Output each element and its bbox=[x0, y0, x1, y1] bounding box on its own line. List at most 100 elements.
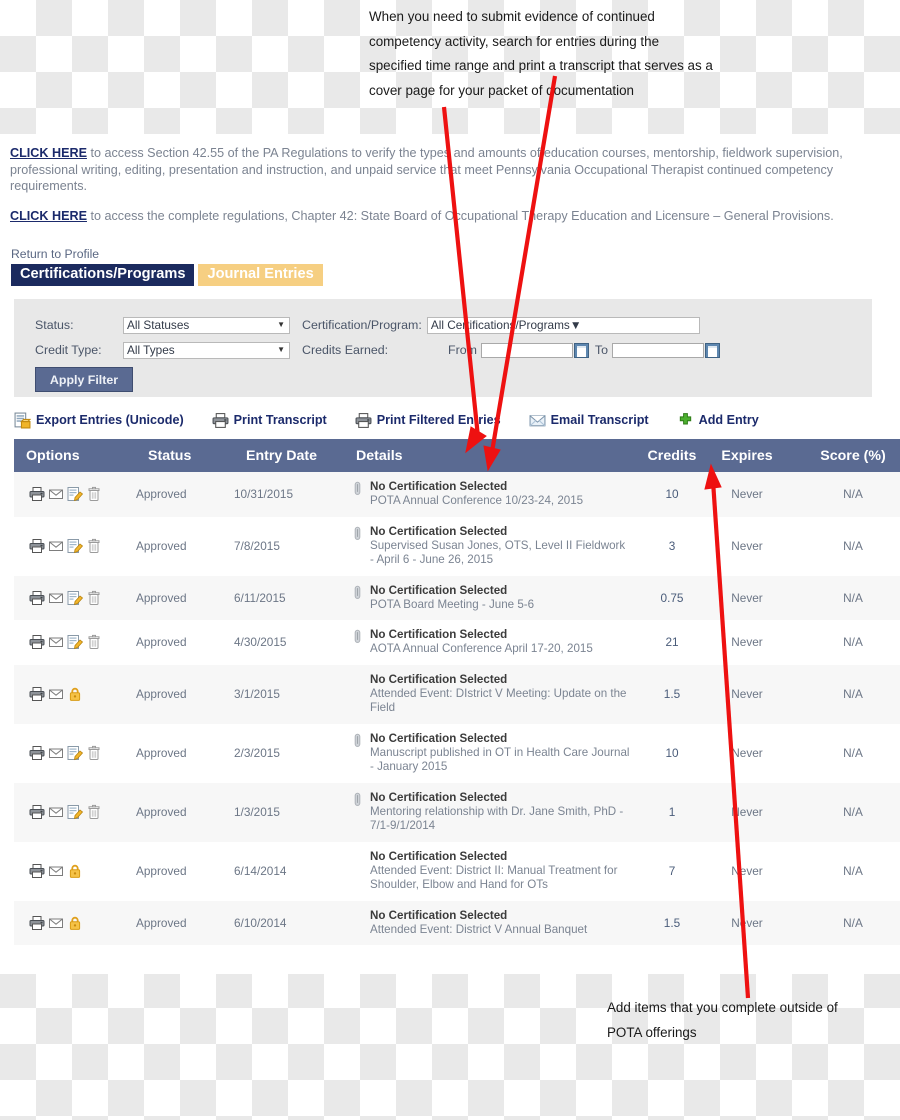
paperclip-icon[interactable] bbox=[353, 792, 362, 807]
column-header-credits[interactable]: Credits bbox=[636, 439, 708, 472]
to-label: To bbox=[594, 343, 609, 357]
paperclip-icon[interactable] bbox=[353, 629, 362, 644]
row-details: No Certification Selected Manuscript publ… bbox=[344, 723, 636, 783]
filter-row-status: Status: All Statuses ▼ Certification/Pro… bbox=[35, 313, 872, 337]
export-entries-link[interactable]: Export Entries (Unicode) bbox=[14, 412, 184, 429]
email-icon[interactable] bbox=[48, 804, 64, 820]
edit-icon[interactable] bbox=[67, 634, 83, 650]
column-header-options[interactable]: Options bbox=[14, 439, 136, 472]
paperclip-icon[interactable] bbox=[353, 526, 362, 541]
email-icon[interactable] bbox=[48, 863, 64, 879]
row-detail-title: No Certification Selected bbox=[370, 524, 508, 538]
print-transcript-link[interactable]: Print Transcript bbox=[212, 412, 327, 429]
table-row[interactable]: Approved 1/3/2015 No Certification Selecte… bbox=[14, 782, 900, 842]
edit-icon[interactable] bbox=[67, 590, 83, 606]
table-row[interactable]: Approved 3/1/2015 No Certification Selecte… bbox=[14, 664, 900, 724]
column-header-expires[interactable]: Expires bbox=[708, 439, 786, 472]
credits-to-input[interactable] bbox=[612, 342, 705, 358]
row-detail-description: AOTA Annual Conference April 17-20, 2015 bbox=[370, 642, 593, 655]
email-icon[interactable] bbox=[48, 590, 64, 606]
row-details: No Certification Selected Attended Event:… bbox=[344, 841, 636, 901]
table-row[interactable]: Approved 4/30/2015 No Certification Select… bbox=[14, 620, 900, 665]
column-header-entry-date[interactable]: Entry Date bbox=[234, 439, 344, 472]
row-detail-description: Supervised Susan Jones, OTS, Level II Fi… bbox=[370, 538, 626, 567]
tab-certifications-programs[interactable]: Certifications/Programs bbox=[11, 264, 195, 286]
calendar-icon-from[interactable] bbox=[573, 342, 589, 358]
print-icon[interactable] bbox=[29, 686, 45, 702]
add-entry-link[interactable]: Add Entry bbox=[677, 412, 759, 429]
email-icon[interactable] bbox=[48, 486, 64, 502]
email-icon[interactable] bbox=[48, 915, 64, 931]
print-icon[interactable] bbox=[29, 634, 45, 650]
column-header-score[interactable]: Score (%) bbox=[786, 439, 900, 472]
lock-icon[interactable] bbox=[67, 686, 83, 702]
row-detail-title: No Certification Selected bbox=[370, 583, 508, 597]
table-row[interactable]: Approved 6/14/2014 No Certification Select… bbox=[14, 841, 900, 901]
export-icon bbox=[14, 412, 31, 428]
email-icon[interactable] bbox=[48, 745, 64, 761]
delete-icon[interactable] bbox=[86, 745, 102, 761]
edit-icon[interactable] bbox=[67, 538, 83, 554]
paperclip-icon[interactable] bbox=[353, 733, 362, 748]
row-details: No Certification Selected Attended Event:… bbox=[344, 900, 636, 945]
email-transcript-link[interactable]: Email Transcript bbox=[529, 412, 649, 429]
paperclip-icon[interactable] bbox=[353, 481, 362, 496]
email-icon[interactable] bbox=[48, 634, 64, 650]
table-row[interactable]: Approved 10/31/2015 No Certification Selec… bbox=[14, 472, 900, 517]
credits-from-input[interactable] bbox=[480, 342, 573, 358]
table-row[interactable]: Approved 2/3/2015 No Certification Selecte… bbox=[14, 723, 900, 783]
attachment-slot bbox=[344, 673, 370, 674]
apply-filter-button[interactable]: Apply Filter bbox=[35, 367, 133, 392]
column-header-status[interactable]: Status bbox=[136, 439, 234, 472]
click-here-link-regulations-4255[interactable]: CLICK HERE bbox=[10, 146, 87, 160]
page-content: CLICK HERE to access Section 42.55 of th… bbox=[0, 134, 900, 974]
print-icon[interactable] bbox=[29, 745, 45, 761]
table-row[interactable]: Approved 6/11/2015 No Certification Select… bbox=[14, 575, 900, 620]
print-icon[interactable] bbox=[29, 863, 45, 879]
paperclip-icon[interactable] bbox=[353, 585, 362, 600]
edit-icon[interactable] bbox=[67, 486, 83, 502]
delete-icon[interactable] bbox=[86, 486, 102, 502]
attachment-slot bbox=[344, 525, 370, 541]
edit-icon[interactable] bbox=[67, 804, 83, 820]
table-row[interactable]: Approved 7/8/2015 No Certification Selecte… bbox=[14, 516, 900, 576]
print-filtered-entries-link[interactable]: Print Filtered Entries bbox=[355, 412, 501, 429]
print-icon[interactable] bbox=[29, 915, 45, 931]
tab-journal-entries[interactable]: Journal Entries bbox=[198, 264, 323, 286]
table-row[interactable]: Approved 6/10/2014 No Certification Select… bbox=[14, 900, 900, 945]
row-credits: 3 bbox=[636, 516, 708, 576]
delete-icon[interactable] bbox=[86, 590, 102, 606]
attachment-slot bbox=[344, 850, 370, 851]
print-icon[interactable] bbox=[29, 486, 45, 502]
click-here-link-chapter-42[interactable]: CLICK HERE bbox=[10, 209, 87, 223]
print-icon[interactable] bbox=[29, 590, 45, 606]
row-credits: 1.5 bbox=[636, 900, 708, 945]
row-score: N/A bbox=[786, 900, 900, 945]
calendar-icon-to[interactable] bbox=[705, 342, 721, 358]
row-detail-title: No Certification Selected bbox=[370, 849, 508, 863]
row-detail-title: No Certification Selected bbox=[370, 908, 508, 922]
edit-icon[interactable] bbox=[67, 745, 83, 761]
lock-icon[interactable] bbox=[67, 915, 83, 931]
row-status: Approved bbox=[136, 472, 234, 517]
row-expires: Never bbox=[708, 575, 786, 620]
print-icon[interactable] bbox=[29, 538, 45, 554]
row-options-cell bbox=[14, 723, 136, 783]
email-icon[interactable] bbox=[48, 538, 64, 554]
email-icon[interactable] bbox=[48, 686, 64, 702]
row-status: Approved bbox=[136, 575, 234, 620]
print-icon[interactable] bbox=[29, 804, 45, 820]
row-option-icons bbox=[29, 863, 136, 879]
column-header-details[interactable]: Details bbox=[344, 439, 636, 472]
annotation-top-text: When you need to submit evidence of cont… bbox=[369, 9, 713, 98]
delete-icon[interactable] bbox=[86, 804, 102, 820]
credit-type-select[interactable]: All Types ▼ bbox=[123, 341, 290, 359]
envelope-icon bbox=[529, 414, 546, 426]
delete-icon[interactable] bbox=[86, 538, 102, 554]
lock-icon[interactable] bbox=[67, 863, 83, 879]
status-select[interactable]: All Statuses ▼ bbox=[123, 316, 290, 334]
return-to-profile-link[interactable]: Return to Profile bbox=[11, 247, 900, 261]
delete-icon[interactable] bbox=[86, 634, 102, 650]
certification-program-select[interactable]: All Certifications/Programs ▼ bbox=[426, 316, 700, 334]
row-detail-title: No Certification Selected bbox=[370, 672, 508, 686]
